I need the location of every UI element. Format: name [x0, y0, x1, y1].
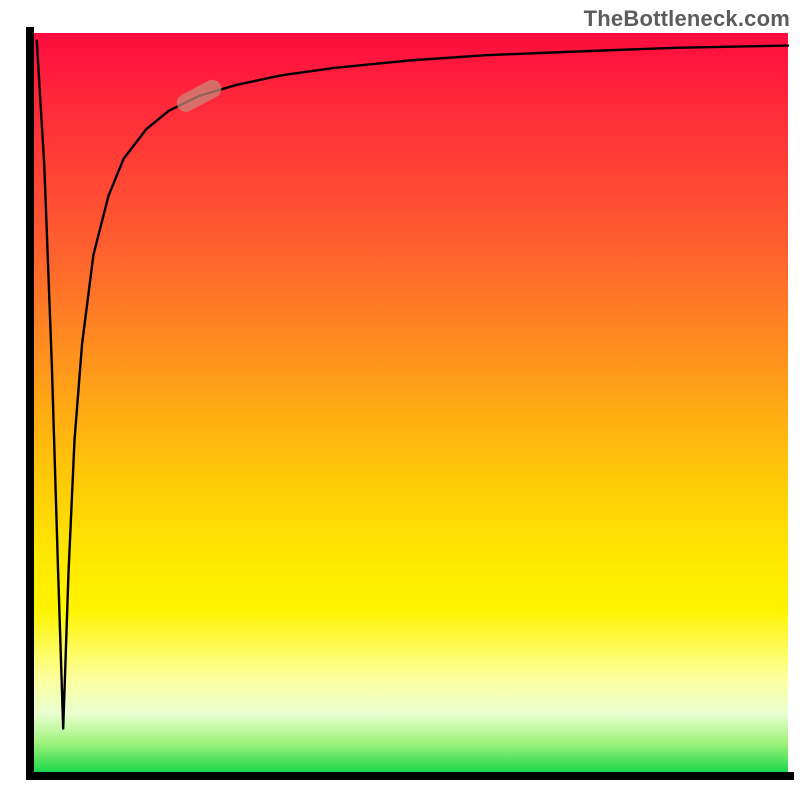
x-axis: [26, 772, 794, 780]
bottleneck-curve: [37, 40, 788, 728]
curve-layer: [33, 33, 788, 773]
chart-stage: TheBottleneck.com: [0, 0, 800, 800]
attribution-watermark: TheBottleneck.com: [584, 6, 790, 32]
curve-marker-pill: [174, 77, 225, 115]
